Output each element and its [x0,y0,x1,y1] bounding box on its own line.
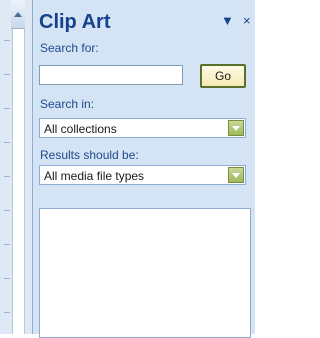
pane-title: Clip Art [39,11,111,33]
search-in-dropdown[interactable]: All collections [39,118,246,138]
close-icon[interactable]: × [243,13,251,28]
clip-art-task-pane: Clip Art ▼ × Search for: Go Search in: A… [32,0,255,338]
search-for-label: Search for: [40,41,99,55]
search-in-value: All collections [44,122,117,136]
go-button[interactable]: Go [200,64,246,88]
results-should-be-label: Results should be: [40,148,139,162]
results-type-value: All media file types [44,169,145,183]
search-input[interactable] [39,65,183,85]
ruler-strip [12,0,25,334]
pane-menu-dropdown-icon[interactable]: ▼ [221,13,234,28]
results-type-dropdown[interactable]: All media file types [39,165,246,185]
search-in-label: Search in: [40,97,95,111]
chevron-down-icon[interactable] [228,167,244,183]
ruler-ticks [4,40,10,330]
ruler-up-arrow-icon[interactable] [11,0,25,29]
chevron-down-icon[interactable] [228,120,244,136]
vertical-ruler [0,0,32,334]
results-panel[interactable] [39,208,251,338]
